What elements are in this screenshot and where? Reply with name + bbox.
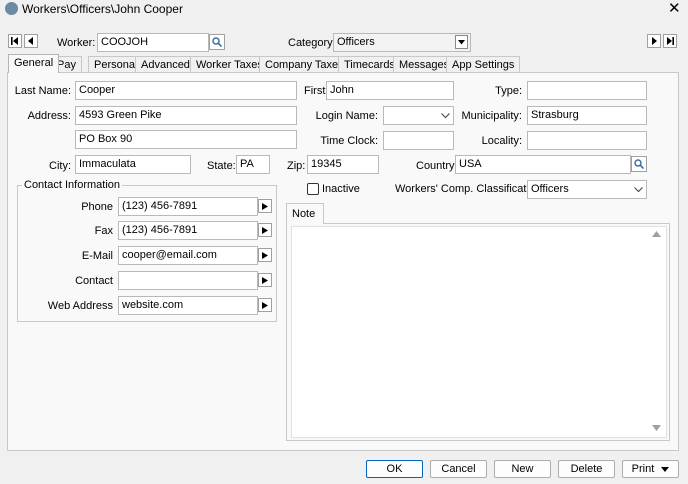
inactive-checkbox[interactable] [307, 183, 319, 195]
country-search-button[interactable] [631, 156, 647, 172]
tab-timecards[interactable]: Timecards [338, 56, 401, 73]
web-address-input[interactable]: website.com [118, 296, 258, 315]
search-icon [212, 37, 222, 47]
contact-label: Contact [75, 275, 113, 287]
chevron-down-icon [458, 39, 465, 44]
time-clock-input[interactable] [383, 131, 454, 150]
address-label: Address: [27, 110, 71, 122]
worker-label: Worker: [57, 37, 96, 49]
category-value: Officers [337, 36, 375, 48]
country-input[interactable]: USA [455, 155, 631, 174]
contact-action-button[interactable] [258, 273, 272, 287]
print-button[interactable]: Print [622, 460, 679, 478]
previous-icon [28, 37, 33, 45]
state-label: State: [207, 160, 236, 172]
arrow-right-icon [262, 251, 268, 259]
app-icon [5, 2, 18, 15]
address-line2-input[interactable]: PO Box 90 [75, 130, 297, 149]
tab-app-settings[interactable]: App Settings [446, 56, 521, 73]
address-line1-input[interactable]: 4593 Green Pike [75, 106, 297, 125]
category-dropdown-button[interactable] [455, 35, 468, 49]
previous-record-button[interactable] [24, 34, 38, 48]
tab-advanced[interactable]: Advanced [135, 56, 196, 73]
arrow-right-icon [262, 301, 268, 309]
next-icon [652, 37, 657, 45]
contact-input[interactable] [118, 271, 258, 290]
chevron-down-icon[interactable] [439, 109, 451, 122]
phone-action-button[interactable] [258, 199, 272, 213]
search-icon [634, 159, 644, 169]
email-action-button[interactable] [258, 248, 272, 262]
email-input[interactable]: cooper@email.com [118, 246, 258, 265]
print-button-label: Print [631, 463, 655, 475]
zip-label: Zip: [287, 160, 306, 172]
fax-action-button[interactable] [258, 223, 272, 237]
note-scrollbar[interactable] [648, 227, 665, 436]
fax-label: Fax [94, 225, 113, 237]
city-input[interactable]: Immaculata [75, 155, 191, 174]
next-record-button[interactable] [647, 34, 661, 48]
delete-button[interactable]: Delete [558, 460, 615, 478]
category-label: Category: [288, 37, 336, 49]
web-address-action-button[interactable] [258, 298, 272, 312]
chevron-down-icon [661, 466, 670, 472]
last-name-label: Last Name: [14, 85, 71, 97]
chevron-down-icon[interactable] [632, 183, 644, 196]
municipality-input[interactable]: Strasburg [527, 106, 647, 125]
note-textarea[interactable] [291, 226, 667, 438]
login-name-select[interactable] [383, 106, 454, 125]
state-input[interactable]: PA [236, 155, 270, 174]
title-bar: Workers\Officers\John Cooper ✕ [0, 0, 688, 20]
cancel-button[interactable]: Cancel [430, 460, 487, 478]
arrow-right-icon [262, 202, 268, 210]
worker-input[interactable]: COOJOH [97, 33, 209, 52]
wcc-label: Workers' Comp. Classification: [395, 183, 545, 195]
arrow-right-icon [262, 276, 268, 284]
fax-input[interactable]: (123) 456-7891 [118, 221, 258, 240]
municipality-label: Municipality: [461, 110, 522, 122]
scroll-down-icon[interactable] [652, 425, 661, 431]
email-label: E-Mail [81, 250, 113, 262]
login-name-label: Login Name: [315, 110, 378, 122]
type-input[interactable] [527, 81, 647, 100]
last-name-input[interactable]: Cooper [75, 81, 297, 100]
zip-input[interactable]: 19345 [307, 155, 379, 174]
last-record-button[interactable] [663, 34, 677, 48]
locality-input[interactable] [527, 131, 647, 150]
inactive-label: Inactive [322, 183, 360, 195]
city-label: City: [49, 160, 71, 172]
wcc-select[interactable]: Officers [527, 180, 647, 199]
close-icon[interactable]: ✕ [668, 0, 681, 18]
type-label: Type: [495, 85, 522, 97]
window-title: Workers\Officers\John Cooper [22, 2, 183, 16]
worker-search-button[interactable] [209, 34, 225, 50]
note-tab[interactable]: Note [286, 203, 324, 224]
tab-general[interactable]: General [8, 54, 60, 73]
first-name-input[interactable]: John [326, 81, 454, 100]
category-select[interactable]: Officers [333, 33, 471, 52]
web-address-label: Web Address [47, 300, 113, 312]
phone-input[interactable]: (123) 456-7891 [118, 197, 258, 216]
note-tab-label: Note [292, 208, 316, 220]
locality-label: Locality: [481, 135, 522, 147]
arrow-right-icon [262, 226, 268, 234]
last-icon [667, 37, 674, 45]
ok-button[interactable]: OK [366, 460, 423, 478]
new-button[interactable]: New [494, 460, 551, 478]
tab-worker-taxes[interactable]: Worker Taxes [190, 56, 269, 73]
wcc-value: Officers [531, 183, 569, 195]
tab-company-taxes[interactable]: Company Taxes [259, 56, 350, 73]
contact-info-title: Contact Information [22, 178, 122, 192]
time-clock-label: Time Clock: [320, 135, 378, 147]
first-icon [11, 37, 18, 45]
scroll-up-icon[interactable] [652, 231, 661, 237]
country-label: Country: [416, 160, 458, 172]
first-name-label: First: [304, 85, 329, 97]
first-record-button[interactable] [8, 34, 22, 48]
phone-label: Phone [81, 201, 113, 213]
